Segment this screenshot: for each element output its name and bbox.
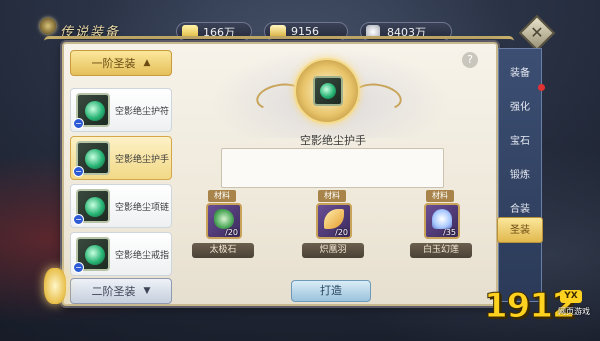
minus-badge-icon: − [73,262,84,273]
list-item-selected[interactable]: − 空影绝尘护手 [70,136,172,180]
list-item-label: 空影绝尘项链 [115,203,170,213]
tab-holy-equipment[interactable]: 圣装 [497,217,543,243]
group-header-label: 二阶圣装 [91,285,136,298]
attribute-description-box [221,148,444,188]
selected-equipment-icon [313,76,343,106]
craft-button[interactable]: 打造 [291,280,371,302]
list-item[interactable]: − 空影绝尘护符 [70,88,172,132]
watermark-badge: YX [560,290,582,303]
close-icon: ✕ [530,23,544,42]
material-slot[interactable]: 材料 /20 太极石 [192,190,254,260]
tab-enhance[interactable]: 强化 [501,97,539,119]
material-tag: 材料 [426,190,454,202]
equipment-list: 一阶圣装 ▲ − 空影绝尘护符 − 空影绝尘护手 − 空影绝尘项链 − 空影绝尘… [70,50,172,304]
chevron-down-icon: ▼ [143,286,151,296]
material-slot[interactable]: 材料 /35 白玉幻莲 [410,190,472,260]
list-item-label: 空影绝尘护手 [115,155,170,165]
minus-badge-icon: − [73,166,84,177]
material-icon-frame: /35 [424,203,460,239]
material-tag: 材料 [208,190,236,202]
minus-badge-icon: − [73,214,84,225]
material-name: 炽凰羽 [302,243,364,258]
notification-dot-icon [538,84,545,91]
list-item-label: 空影绝尘护符 [115,107,170,117]
watermark-logo: 1912 YX 网页游戏 [484,286,594,336]
minus-badge-icon: − [73,118,84,129]
material-count: /35 [443,228,456,237]
right-tab-bar: 装备 强化 宝石 锻炼 合装 圣装 [497,48,543,302]
material-count: /20 [225,228,238,237]
lantern-icon [44,268,66,304]
tab-equipment[interactable]: 装备 [501,63,539,85]
group-header-label: 一阶圣装 [91,57,136,70]
group-header-tier1[interactable]: 一阶圣装 ▲ [70,50,172,76]
phoenix-feather-icon [324,209,344,229]
help-button[interactable]: ? [462,52,478,68]
tab-refine[interactable]: 锻炼 [501,165,539,187]
material-tag: 材料 [318,190,346,202]
tab-gem[interactable]: 宝石 [501,131,539,153]
material-name: 太极石 [192,243,254,258]
watermark-subtitle: 网页游戏 [558,307,590,316]
chevron-up-icon: ▲ [143,58,151,68]
material-icon-frame: /20 [206,203,242,239]
taiji-stone-icon [214,209,234,229]
list-item[interactable]: − 空影绝尘项链 [70,184,172,228]
material-icon-frame: /20 [316,203,352,239]
list-item-label: 空影绝尘戒指 [115,251,170,261]
equipment-name: 空影绝尘护手 [300,134,366,147]
title-ornament-icon [40,18,56,34]
list-item[interactable]: − 空影绝尘戒指 [70,232,172,276]
material-name: 白玉幻莲 [410,243,472,258]
material-slot[interactable]: 材料 /20 炽凰羽 [302,190,364,260]
jade-lotus-icon [432,209,452,229]
material-count: /20 [335,228,348,237]
group-header-tier2[interactable]: 二阶圣装 ▼ [70,278,172,304]
